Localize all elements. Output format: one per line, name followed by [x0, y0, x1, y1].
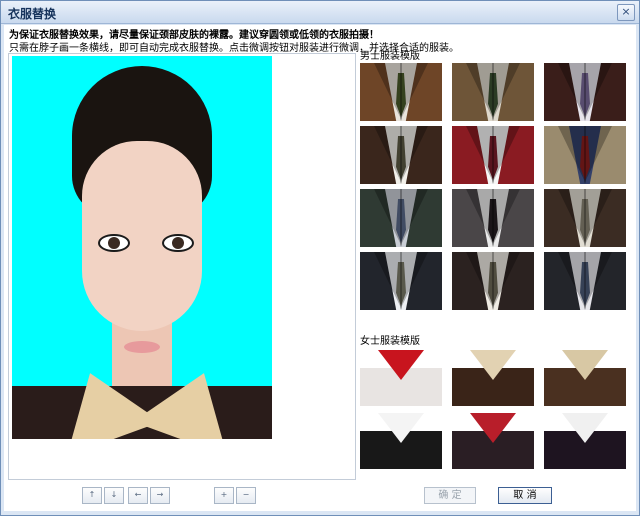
move-up-button[interactable]: ↑ — [82, 487, 102, 504]
women-template-thumb[interactable] — [360, 348, 442, 406]
close-button[interactable]: × — [617, 4, 635, 21]
men-template-thumb[interactable] — [452, 252, 534, 310]
men-template-thumb[interactable] — [360, 189, 442, 247]
men-templates-heading: 男士服装模版 — [360, 51, 420, 62]
men-template-thumb[interactable] — [544, 126, 626, 184]
women-template-thumb[interactable] — [544, 348, 626, 406]
men-template-thumb[interactable] — [360, 63, 442, 121]
client-area: 为保证衣服替换效果，请尽量保证颈部皮肤的裸露。建议穿圆领或低领的衣服拍摄！ 只需… — [4, 25, 636, 511]
cancel-button[interactable]: 取 消 — [498, 487, 552, 504]
move-left-button[interactable]: ← — [128, 487, 148, 504]
men-template-thumb[interactable] — [452, 63, 534, 121]
zoom-out-button[interactable]: − — [236, 487, 256, 504]
men-template-thumb[interactable] — [544, 189, 626, 247]
window-title: 衣服替换 — [8, 7, 57, 21]
portrait-photo[interactable] — [12, 56, 272, 439]
men-template-thumb[interactable] — [452, 189, 534, 247]
move-right-button[interactable]: → — [150, 487, 170, 504]
photo-preview-panel[interactable] — [8, 53, 356, 480]
women-templates-heading: 女士服装模版 — [360, 336, 420, 347]
men-template-thumb[interactable] — [544, 252, 626, 310]
clothes-replace-dialog: 衣服替换 × 为保证衣服替换效果，请尽量保证颈部皮肤的裸露。建议穿圆领或低领的衣… — [0, 0, 640, 516]
portrait-lips — [124, 341, 160, 353]
women-template-thumb[interactable] — [452, 411, 534, 469]
ok-button[interactable]: 确 定 — [424, 487, 476, 504]
women-template-thumb[interactable] — [360, 411, 442, 469]
women-template-thumb[interactable] — [452, 348, 534, 406]
portrait-eye — [162, 234, 194, 252]
zoom-in-button[interactable]: + — [214, 487, 234, 504]
men-template-thumb[interactable] — [360, 252, 442, 310]
title-bar: 衣服替换 × — [1, 1, 639, 24]
portrait-eye — [98, 234, 130, 252]
men-template-thumb[interactable] — [544, 63, 626, 121]
men-template-thumb[interactable] — [360, 126, 442, 184]
move-down-button[interactable]: ↓ — [104, 487, 124, 504]
women-template-thumb[interactable] — [544, 411, 626, 469]
men-template-thumb[interactable] — [452, 126, 534, 184]
